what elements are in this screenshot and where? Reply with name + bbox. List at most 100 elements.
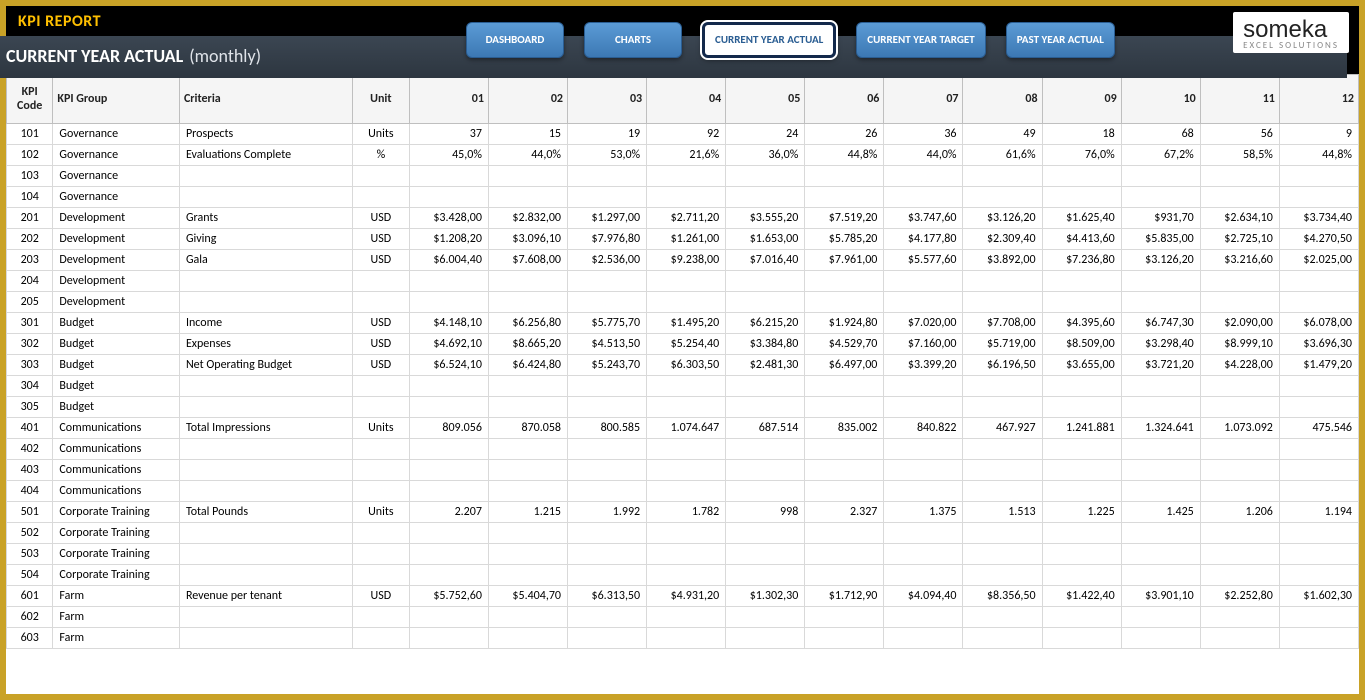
cell-value[interactable]: $6.078,00 <box>1279 313 1358 334</box>
cell-value[interactable]: 1.074.647 <box>647 418 726 439</box>
cell-value[interactable]: 21,6% <box>647 145 726 166</box>
cell-value[interactable] <box>1121 607 1200 628</box>
cell-value[interactable]: $3.384,80 <box>726 334 805 355</box>
cell-value[interactable] <box>805 460 884 481</box>
cell-value[interactable] <box>963 628 1042 649</box>
cell-value[interactable]: $5.752,60 <box>409 586 488 607</box>
cell-criteria[interactable] <box>179 628 352 649</box>
cell-criteria[interactable] <box>179 544 352 565</box>
cell-code[interactable]: 101 <box>7 124 53 145</box>
cell-value[interactable]: 809.056 <box>409 418 488 439</box>
cell-code[interactable]: 202 <box>7 229 53 250</box>
cell-value[interactable] <box>568 292 647 313</box>
cell-code[interactable]: 404 <box>7 481 53 502</box>
cell-code[interactable]: 204 <box>7 271 53 292</box>
cell-value[interactable]: $3.428,00 <box>409 208 488 229</box>
cell-value[interactable]: 58,5% <box>1200 145 1279 166</box>
cell-value[interactable] <box>1042 439 1121 460</box>
cell-value[interactable]: $8.356,50 <box>963 586 1042 607</box>
cell-value[interactable]: 1.194 <box>1279 502 1358 523</box>
cell-code[interactable]: 502 <box>7 523 53 544</box>
cell-code[interactable]: 203 <box>7 250 53 271</box>
cell-value[interactable]: 1.375 <box>884 502 963 523</box>
cell-value[interactable] <box>647 607 726 628</box>
cell-value[interactable] <box>1121 376 1200 397</box>
cell-code[interactable]: 501 <box>7 502 53 523</box>
cell-value[interactable]: $5.243,70 <box>568 355 647 376</box>
cell-value[interactable]: $3.399,20 <box>884 355 963 376</box>
cell-value[interactable] <box>884 292 963 313</box>
cell-value[interactable]: $6.747,30 <box>1121 313 1200 334</box>
cell-value[interactable] <box>726 439 805 460</box>
cell-criteria[interactable] <box>179 187 352 208</box>
cell-value[interactable] <box>884 166 963 187</box>
cell-value[interactable] <box>568 544 647 565</box>
cell-code[interactable]: 102 <box>7 145 53 166</box>
cell-value[interactable] <box>805 607 884 628</box>
cell-value[interactable] <box>805 271 884 292</box>
cell-value[interactable] <box>1121 292 1200 313</box>
cell-value[interactable] <box>1042 481 1121 502</box>
cell-value[interactable]: 26 <box>805 124 884 145</box>
cell-value[interactable] <box>805 166 884 187</box>
cell-value[interactable] <box>1200 376 1279 397</box>
cell-value[interactable]: 1.206 <box>1200 502 1279 523</box>
cell-value[interactable]: $1.297,00 <box>568 208 647 229</box>
cell-value[interactable] <box>805 544 884 565</box>
cell-value[interactable] <box>1200 523 1279 544</box>
cell-value[interactable]: $6.004,40 <box>409 250 488 271</box>
cell-value[interactable] <box>963 397 1042 418</box>
cell-code[interactable]: 504 <box>7 565 53 586</box>
cell-value[interactable] <box>488 271 567 292</box>
cell-value[interactable] <box>1279 628 1358 649</box>
cell-value[interactable] <box>963 292 1042 313</box>
cell-unit[interactable] <box>352 565 409 586</box>
cell-value[interactable] <box>1279 439 1358 460</box>
cell-value[interactable]: $3.298,40 <box>1121 334 1200 355</box>
cell-criteria[interactable] <box>179 565 352 586</box>
cell-group[interactable]: Farm <box>53 628 180 649</box>
cell-value[interactable] <box>1279 460 1358 481</box>
cell-unit[interactable]: USD <box>352 208 409 229</box>
col-header-03[interactable]: 03 <box>568 75 647 124</box>
col-header-08[interactable]: 08 <box>963 75 1042 124</box>
cell-value[interactable] <box>884 628 963 649</box>
cell-value[interactable] <box>1042 397 1121 418</box>
cell-value[interactable]: $2.832,00 <box>488 208 567 229</box>
cell-criteria[interactable]: Giving <box>179 229 352 250</box>
cell-group[interactable]: Communications <box>53 460 180 481</box>
cell-value[interactable] <box>805 523 884 544</box>
cell-value[interactable] <box>1042 166 1121 187</box>
cell-value[interactable] <box>568 439 647 460</box>
cell-value[interactable] <box>409 292 488 313</box>
cell-value[interactable] <box>1279 166 1358 187</box>
cell-value[interactable] <box>1200 460 1279 481</box>
cell-value[interactable] <box>488 376 567 397</box>
cell-value[interactable]: 9 <box>1279 124 1358 145</box>
cell-value[interactable] <box>963 523 1042 544</box>
cell-value[interactable]: $5.775,70 <box>568 313 647 334</box>
cell-value[interactable] <box>409 481 488 502</box>
cell-value[interactable] <box>963 544 1042 565</box>
cell-value[interactable] <box>963 439 1042 460</box>
cell-value[interactable]: $7.236,80 <box>1042 250 1121 271</box>
cell-value[interactable] <box>884 460 963 481</box>
nav-past-actual-button[interactable]: PAST YEAR ACTUAL <box>1006 22 1115 58</box>
cell-value[interactable]: $5.577,60 <box>884 250 963 271</box>
cell-value[interactable]: $2.536,00 <box>568 250 647 271</box>
cell-group[interactable]: Governance <box>53 145 180 166</box>
cell-unit[interactable] <box>352 481 409 502</box>
cell-value[interactable]: $1.261,00 <box>647 229 726 250</box>
cell-group[interactable]: Corporate Training <box>53 544 180 565</box>
cell-value[interactable]: $3.096,10 <box>488 229 567 250</box>
cell-value[interactable]: $8.509,00 <box>1042 334 1121 355</box>
cell-value[interactable] <box>726 292 805 313</box>
cell-value[interactable]: $7.519,20 <box>805 208 884 229</box>
cell-value[interactable]: 840.822 <box>884 418 963 439</box>
cell-value[interactable] <box>805 397 884 418</box>
cell-value[interactable] <box>726 565 805 586</box>
cell-group[interactable]: Farm <box>53 586 180 607</box>
cell-value[interactable] <box>1121 481 1200 502</box>
cell-value[interactable]: 1.513 <box>963 502 1042 523</box>
cell-value[interactable]: $3.555,20 <box>726 208 805 229</box>
